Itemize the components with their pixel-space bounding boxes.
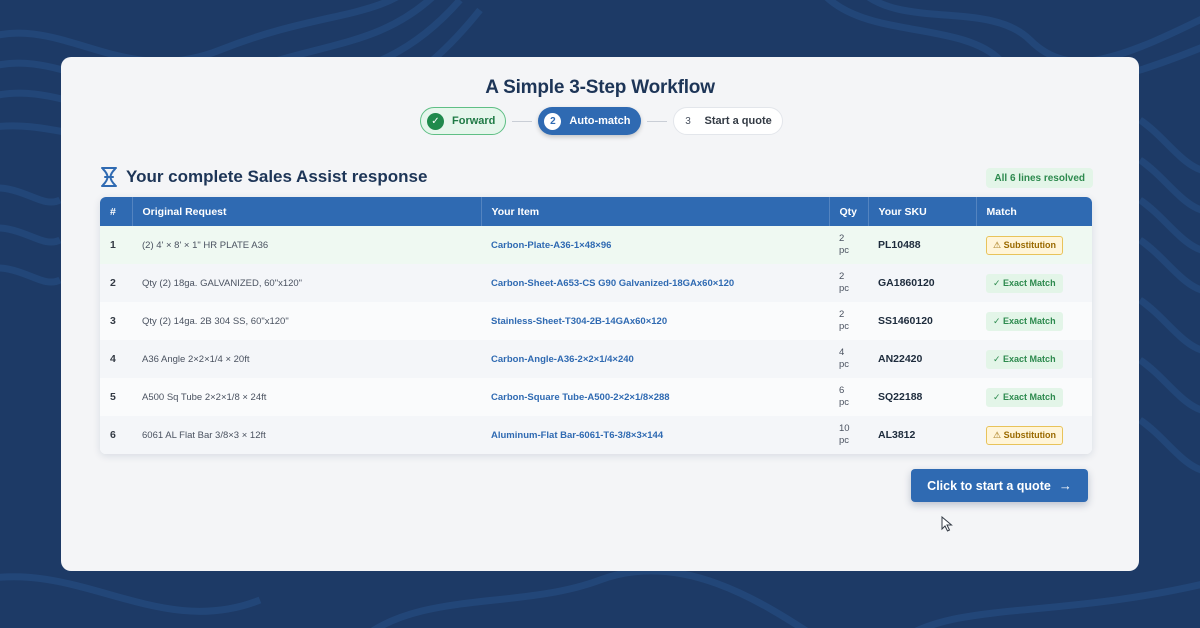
- table-row[interactable]: 5 A500 Sq Tube 2×2×1/8 × 24ft Carbon-Squ…: [100, 378, 1092, 416]
- check-icon: ✓: [427, 112, 444, 130]
- table-row[interactable]: 4 A36 Angle 2×2×1/4 × 20ft Carbon-Angle-…: [100, 340, 1092, 378]
- sku: SS1460120: [878, 315, 933, 327]
- step-number: 2: [544, 112, 562, 130]
- matched-item-link[interactable]: Carbon-Plate-A36-1×48×96: [481, 226, 829, 264]
- quantity: 2 pc: [839, 271, 850, 294]
- step-start-quote[interactable]: 3 Start a quote: [672, 107, 783, 135]
- table-row[interactable]: 6 6061 AL Flat Bar 3/8×3 × 12ft Aluminum…: [100, 416, 1092, 454]
- row-number: 6: [110, 429, 116, 441]
- row-number: 4: [110, 353, 116, 365]
- workflow-stepper: ✓ Forward 2 Auto-match 3 Start a quote: [420, 107, 783, 135]
- quantity: 2 pc: [839, 233, 850, 256]
- match-badge: ✓ Exact Match: [986, 349, 1063, 369]
- matched-item-link[interactable]: Carbon-Square Tube-A500-2×2×1/8×288: [481, 378, 829, 416]
- original-request: Qty (2) 14ga. 2B 304 SS, 60"x120": [142, 315, 289, 327]
- step-connector: [646, 120, 667, 122]
- match-cell: ⚠ Substitution: [976, 226, 1092, 264]
- table-row[interactable]: 2 Qty (2) 18ga. GALVANIZED, 60"x120" Car…: [100, 264, 1092, 302]
- match-badge: ✓ Exact Match: [986, 311, 1063, 331]
- match-badge: ✓ Exact Match: [986, 387, 1063, 407]
- results-table: # Original Request Your Item Qty Your SK…: [100, 197, 1092, 454]
- matched-item-link[interactable]: Carbon-Sheet-A653-CS G90 Galvanized-18GA…: [481, 264, 829, 302]
- sku: AN22420: [878, 353, 923, 365]
- mouse-pointer-icon: [941, 516, 953, 532]
- step-label: Auto-match: [569, 115, 631, 127]
- column-header: Qty: [829, 197, 869, 226]
- column-header: Match: [986, 205, 1017, 218]
- match-cell: ✓ Exact Match: [976, 340, 1092, 378]
- start-quote-label: Click to start a quote: [927, 478, 1051, 493]
- arrow-right-icon: →: [1058, 478, 1072, 493]
- column-header: #: [100, 197, 133, 226]
- row-number: 2: [110, 277, 116, 289]
- original-request: Qty (2) 18ga. GALVANIZED, 60"x120": [142, 277, 303, 289]
- row-number: 3: [110, 315, 116, 327]
- matched-item-link[interactable]: Carbon-Angle-A36-2×2×1/4×240: [481, 340, 829, 378]
- match-cell: ⚠ Substitution: [976, 416, 1092, 454]
- table-header-row: # Original Request Your Item Qty Your SK…: [100, 197, 1092, 226]
- step-connector: [512, 120, 533, 122]
- original-request: A36 Angle 2×2×1/4 × 20ft: [142, 353, 250, 365]
- column-header: Your SKU: [868, 197, 977, 226]
- quantity: 4 pc: [839, 347, 850, 370]
- original-request: 6061 AL Flat Bar 3/8×3 × 12ft: [142, 429, 266, 441]
- step-label: Forward: [452, 115, 496, 127]
- match-badge: ⚠ Substitution: [986, 425, 1064, 445]
- table-row[interactable]: 1 (2) 4' × 8' × 1" HR PLATE A36 Carbon-P…: [100, 226, 1092, 264]
- match-cell: ✓ Exact Match: [976, 378, 1092, 416]
- row-number: 5: [110, 391, 116, 403]
- table-row[interactable]: 3 Qty (2) 14ga. 2B 304 SS, 60"x120" Stai…: [100, 302, 1092, 340]
- row-number: 1: [110, 239, 116, 251]
- match-badge: ⚠ Substitution: [986, 235, 1064, 255]
- sku: GA1860120: [878, 277, 935, 289]
- match-cell: ✓ Exact Match: [976, 264, 1092, 302]
- step-forward[interactable]: ✓ Forward: [420, 107, 507, 135]
- quantity: 10 pc: [839, 423, 850, 446]
- column-header: Original Request: [132, 197, 482, 226]
- section-header: Your complete Sales Assist response: [99, 165, 427, 189]
- section-title: Your complete Sales Assist response: [126, 167, 428, 186]
- sku: SQ22188: [878, 391, 923, 403]
- sku: PL10488: [878, 239, 921, 251]
- quantity: 6 pc: [839, 385, 850, 408]
- workflow-card: A Simple 3-Step Workflow ✓ Forward 2 Aut…: [61, 57, 1139, 571]
- start-quote-button[interactable]: Click to start a quote →: [911, 469, 1088, 502]
- status-badge: All 6 lines resolved: [986, 168, 1093, 188]
- match-badge: ✓ Exact Match: [986, 273, 1063, 293]
- step-label: Start a quote: [704, 115, 772, 127]
- match-cell: ✓ Exact Match: [976, 302, 1092, 340]
- matched-item-link[interactable]: Aluminum-Flat Bar-6061-T6-3/8×3×144: [481, 416, 829, 454]
- sales-assist-logo-icon: [101, 167, 117, 187]
- quantity: 2 pc: [839, 309, 850, 332]
- column-header: Your Item: [481, 197, 830, 226]
- page-title: A Simple 3-Step Workflow: [485, 77, 715, 98]
- original-request: (2) 4' × 8' × 1" HR PLATE A36: [142, 239, 269, 251]
- step-number: 3: [685, 115, 691, 127]
- step-auto-match[interactable]: 2 Auto-match: [538, 107, 641, 135]
- original-request: A500 Sq Tube 2×2×1/8 × 24ft: [142, 391, 267, 403]
- matched-item-link[interactable]: Stainless-Sheet-T304-2B-14GAx60×120: [481, 302, 829, 340]
- sku: AL3812: [878, 429, 916, 441]
